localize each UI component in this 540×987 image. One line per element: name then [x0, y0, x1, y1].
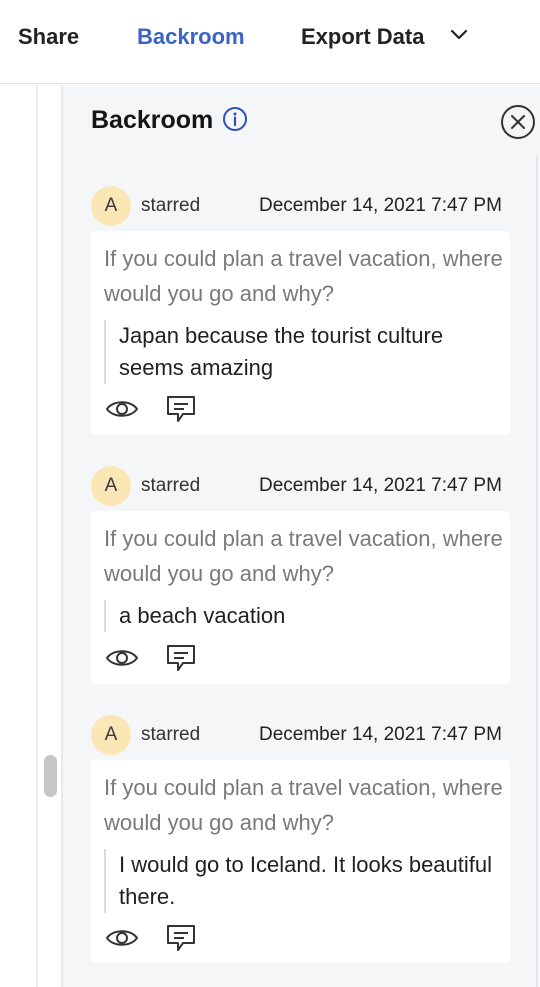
entry-question: If you could plan a travel vacation, whe…: [104, 526, 503, 586]
eye-icon[interactable]: [105, 926, 139, 950]
scrollbar-thumb[interactable]: [44, 755, 57, 797]
entry-card: If you could plan a travel vacation, whe…: [91, 231, 510, 435]
entry-timestamp: December 14, 2021 7:47 PM: [259, 475, 502, 496]
entry-action: starred: [141, 195, 201, 216]
tab-share[interactable]: Share: [18, 22, 79, 52]
avatar: A: [91, 466, 131, 506]
panel-title: Backroom: [91, 106, 214, 134]
entry-answer: I would go to Iceland. It looks beautifu…: [104, 849, 499, 913]
entry-header: A starred December 14, 2021 7:47 PM: [91, 715, 521, 757]
entry-answer: Japan because the tourist culture seems …: [104, 320, 499, 384]
entry-card: If you could plan a travel vacation, whe…: [91, 511, 510, 684]
eye-icon[interactable]: [105, 646, 139, 670]
eye-icon[interactable]: [105, 397, 139, 421]
top-tab-bar: Share Backroom Export Data: [0, 0, 540, 84]
chevron-down-icon[interactable]: [448, 24, 470, 46]
tab-export-data[interactable]: Export Data: [301, 22, 424, 52]
left-rail: [0, 85, 62, 987]
entry-action: starred: [141, 724, 201, 745]
entry-answer: a beach vacation: [104, 600, 499, 632]
comment-icon[interactable]: [165, 643, 197, 673]
tab-backroom[interactable]: Backroom: [137, 22, 245, 52]
entry-question: If you could plan a travel vacation, whe…: [104, 775, 503, 835]
entry-timestamp: December 14, 2021 7:47 PM: [259, 195, 502, 216]
entry-timestamp: December 14, 2021 7:47 PM: [259, 724, 502, 745]
entry-action: starred: [141, 475, 201, 496]
entry-question: If you could plan a travel vacation, whe…: [104, 246, 503, 306]
entry-card: If you could plan a travel vacation, whe…: [91, 760, 510, 963]
close-icon[interactable]: [500, 104, 536, 140]
panel-right-border: [536, 155, 538, 987]
entry-header: A starred December 14, 2021 7:47 PM: [91, 186, 521, 228]
comment-icon[interactable]: [165, 394, 197, 424]
info-icon[interactable]: [222, 106, 248, 132]
entry-header: A starred December 14, 2021 7:47 PM: [91, 466, 521, 508]
comment-icon[interactable]: [165, 923, 197, 953]
avatar: A: [91, 186, 131, 226]
rail-line: [36, 85, 38, 987]
avatar: A: [91, 715, 131, 755]
